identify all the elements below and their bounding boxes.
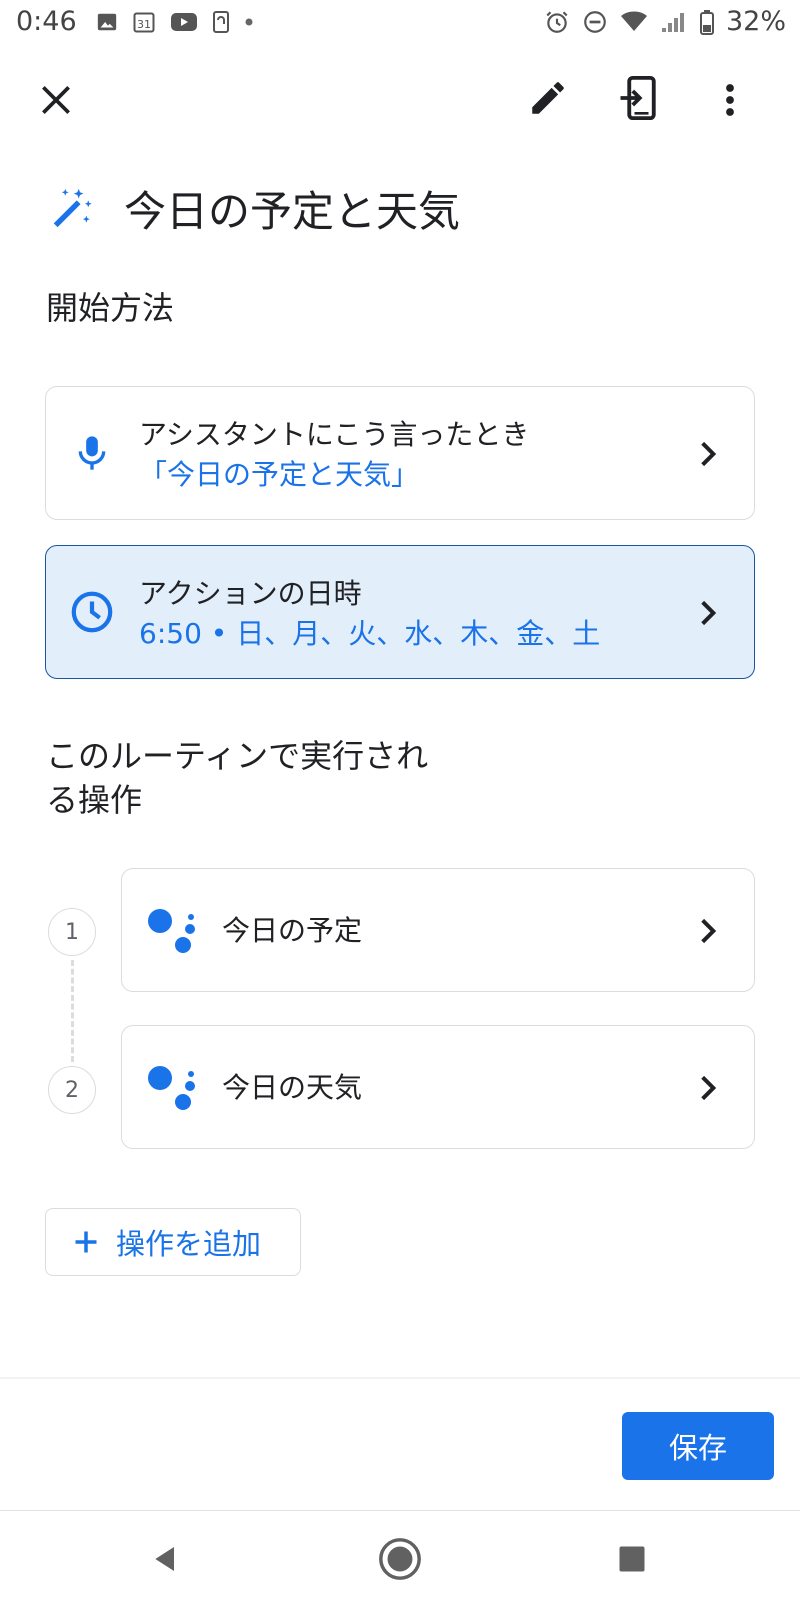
recents-square-icon (619, 1546, 645, 1572)
actions-heading-line2: る操作 (46, 781, 143, 819)
actions-section-heading: このルーティンで実行され る操作 (46, 734, 428, 822)
do-not-disturb-icon (584, 10, 606, 33)
time-trigger-label: アクションの日時 (139, 577, 362, 610)
action-label: 今日の天気 (222, 1071, 363, 1104)
notification-icons: 31 (96, 10, 254, 34)
clock-icon (71, 591, 113, 633)
back-button[interactable] (136, 1529, 196, 1589)
save-button[interactable]: 保存 (622, 1412, 774, 1480)
step-connector (71, 960, 74, 1062)
chevron-right-icon (701, 918, 717, 944)
chevron-right-icon (701, 1075, 717, 1101)
signal-icon (661, 12, 684, 32)
home-button[interactable] (370, 1529, 430, 1589)
wifi-icon (620, 11, 647, 31)
microphone-icon-wrap (68, 429, 116, 477)
send-to-device-button[interactable] (610, 70, 666, 126)
navigation-bar (0, 1510, 800, 1600)
battery-percent: 32% (725, 6, 786, 37)
actions-heading-line1: このルーティンで実行され (46, 737, 429, 775)
more-options-button[interactable] (702, 72, 758, 128)
calendar-day: 31 (137, 18, 151, 31)
google-assistant-icon (148, 909, 195, 953)
calendar-icon: 31 (133, 12, 155, 33)
add-action-button[interactable]: 操作を追加 (45, 1208, 301, 1276)
status-bar: 0:46 31 32% (0, 0, 800, 48)
chevron-right-icon (701, 600, 717, 626)
time-trigger-schedule: 6:50 • 日、月、火、水、木、金、土 (139, 617, 601, 650)
close-icon (42, 86, 70, 114)
clock-icon-wrap (68, 588, 116, 636)
recents-button[interactable] (602, 1529, 662, 1589)
magic-wand-icon (53, 188, 92, 228)
footer-divider (0, 1377, 800, 1379)
step-number: 2 (48, 1066, 96, 1114)
voice-trigger-card[interactable]: アシスタントにこう言ったとき 「今日の予定と天気」 (45, 386, 755, 520)
youtube-icon (171, 13, 197, 31)
routine-title: 今日の予定と天気 (124, 186, 461, 236)
edit-button[interactable] (520, 70, 576, 126)
step-number: 1 (48, 908, 96, 956)
home-circle-icon (379, 1538, 421, 1580)
top-toolbar (0, 60, 800, 140)
system-icons: 32% (544, 6, 786, 37)
voice-trigger-phrase: 「今日の予定と天気」 (139, 458, 420, 491)
action-card[interactable]: 今日の予定 (121, 868, 755, 992)
close-button[interactable] (28, 72, 84, 128)
action-label: 今日の予定 (222, 914, 363, 947)
back-triangle-icon (155, 1547, 174, 1571)
more-vert-icon (726, 84, 734, 116)
image-icon (97, 13, 117, 31)
time-trigger-card[interactable]: アクションの日時 6:50 • 日、月、火、水、木、金、土 (45, 545, 755, 679)
microphone-icon (78, 436, 106, 470)
add-action-label: 操作を追加 (116, 1227, 262, 1261)
voice-trigger-label: アシスタントにこう言ったとき (139, 418, 530, 451)
start-section-heading: 開始方法 (46, 289, 175, 327)
send-to-device-icon (620, 75, 656, 121)
nfc-icon (213, 11, 229, 33)
plus-icon (75, 1231, 97, 1253)
alarm-icon (546, 10, 568, 33)
dot-icon (245, 18, 253, 26)
chevron-right-icon (701, 441, 717, 467)
battery-icon (699, 9, 714, 35)
routine-header: 今日の予定と天気 (48, 176, 460, 240)
action-card[interactable]: 今日の天気 (121, 1025, 755, 1149)
status-time: 0:46 (16, 6, 77, 37)
edit-pencil-icon (532, 82, 564, 114)
google-assistant-icon (148, 1066, 195, 1110)
